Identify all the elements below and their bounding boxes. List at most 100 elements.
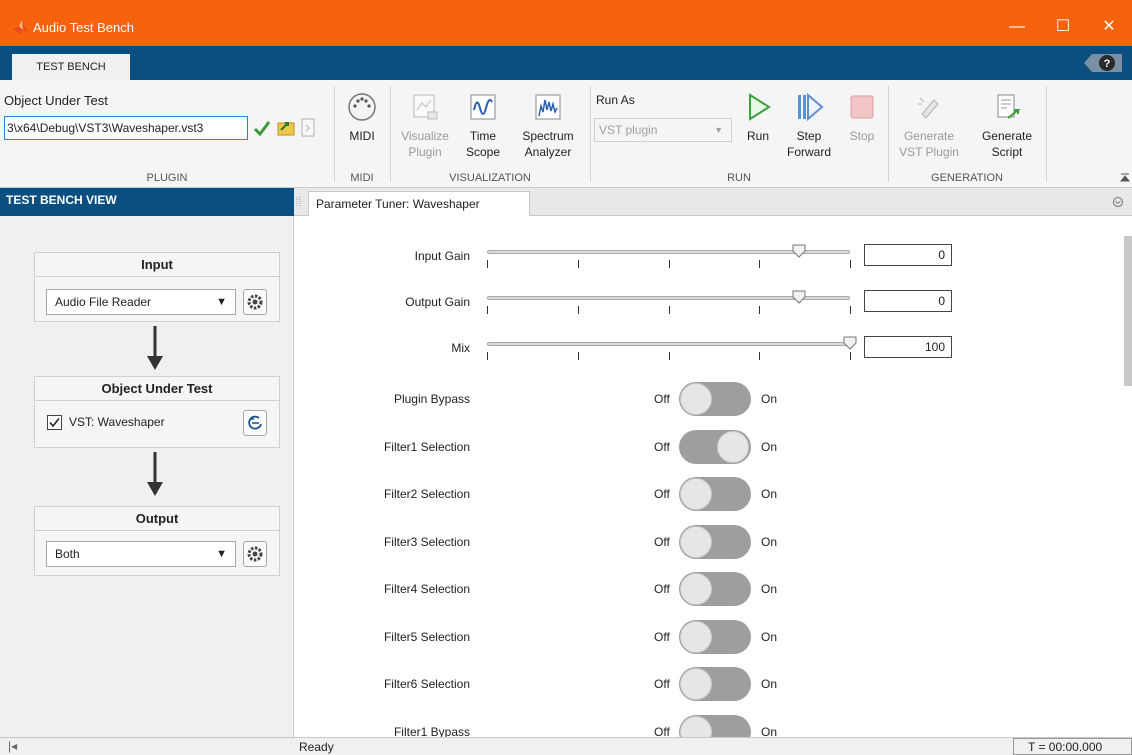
input-title: Input bbox=[35, 253, 279, 277]
output-dest-dropdown[interactable]: Both ▼ bbox=[46, 541, 236, 567]
refresh-plugin-button[interactable] bbox=[243, 410, 267, 436]
slider-tick bbox=[759, 306, 761, 314]
stop-button[interactable]: Stop bbox=[842, 92, 882, 144]
generate-script-icon bbox=[997, 94, 1021, 119]
run-button[interactable]: Run bbox=[740, 92, 776, 144]
vertical-scrollbar[interactable] bbox=[1124, 216, 1132, 737]
tab-test-bench[interactable]: TEST BENCH bbox=[12, 54, 130, 80]
toggle-knob bbox=[680, 525, 712, 558]
slider-thumb[interactable] bbox=[843, 336, 857, 350]
run-as-value: VST plugin bbox=[599, 123, 658, 137]
help-button[interactable]: ? bbox=[1078, 52, 1124, 74]
test-bench-view-header: TEST BENCH VIEW bbox=[0, 188, 294, 216]
close-button[interactable]: ✕ bbox=[1086, 12, 1132, 42]
switch-row: Filter2 Selection Off On bbox=[294, 476, 1094, 512]
plugin-path-input[interactable]: 3\x64\Debug\VST3\Waveshaper.vst3 bbox=[4, 116, 248, 140]
dropdown-arrow-icon: ▼ bbox=[216, 296, 227, 308]
maximize-button[interactable]: ☐ bbox=[1040, 12, 1086, 42]
midi-button[interactable]: MIDI bbox=[340, 92, 384, 144]
param-label: Mix bbox=[451, 341, 470, 355]
tab-parameter-tuner[interactable]: Parameter Tuner: Waveshaper bbox=[308, 191, 530, 217]
switch-on-label: On bbox=[761, 487, 778, 501]
toggle-switch[interactable] bbox=[679, 477, 751, 511]
time-scope-button[interactable]: Time Scope bbox=[460, 92, 506, 160]
slider-value-field[interactable]: 0 bbox=[864, 290, 952, 312]
step-forward-icon bbox=[798, 92, 824, 122]
slider-thumb[interactable] bbox=[792, 244, 806, 258]
step-forward-button[interactable]: Step Forward bbox=[780, 92, 838, 160]
input-settings-button[interactable] bbox=[243, 289, 267, 315]
down-arrow-icon bbox=[147, 326, 163, 370]
slider-tick bbox=[850, 260, 851, 268]
section-divider bbox=[590, 86, 591, 182]
browse-folder-icon[interactable] bbox=[276, 118, 296, 138]
switch-on-label: On bbox=[761, 439, 778, 454]
midi-section-label: MIDI bbox=[350, 172, 374, 184]
object-under-test-label: Object Under Test bbox=[4, 93, 108, 108]
time-scope-line-1: Time bbox=[469, 129, 497, 143]
slider-tick bbox=[668, 260, 670, 268]
toggle-switch[interactable] bbox=[679, 524, 751, 559]
run-section-label: RUN bbox=[727, 172, 751, 184]
checkmark-icon[interactable] bbox=[253, 120, 271, 136]
slider-tick bbox=[850, 352, 851, 360]
param-label: Filter3 Selection bbox=[383, 534, 470, 549]
switch-on-label: On bbox=[761, 724, 778, 738]
run-as-dropdown[interactable]: VST plugin ▼ bbox=[594, 118, 732, 142]
toggle-switch[interactable] bbox=[679, 667, 751, 701]
slider-tick bbox=[577, 352, 579, 360]
slider-value-field[interactable]: 0 bbox=[864, 244, 952, 266]
time-scope-icon bbox=[470, 94, 496, 120]
panel-options-icon[interactable] bbox=[1112, 196, 1124, 208]
toggle-switch[interactable] bbox=[679, 714, 751, 737]
generate-vst-plugin-button[interactable]: Generate VST Plugin bbox=[894, 92, 964, 160]
switch-row: Filter1 Selection Off On bbox=[294, 429, 1094, 465]
toggle-switch[interactable] bbox=[679, 619, 751, 654]
stop-icon bbox=[850, 95, 874, 119]
toggle-switch[interactable] bbox=[679, 429, 751, 464]
param-label: Plugin Bypass bbox=[393, 392, 470, 406]
switch-on-label: On bbox=[761, 392, 778, 406]
drag-handle-icon[interactable] bbox=[296, 196, 302, 208]
generate-script-button[interactable]: Generate Script bbox=[972, 92, 1042, 160]
object-checkbox[interactable] bbox=[47, 415, 62, 430]
output-settings-button[interactable] bbox=[243, 541, 267, 567]
spectrum-analyzer-icon bbox=[535, 94, 561, 120]
toggle-knob bbox=[680, 478, 712, 510]
slider-row: Mix 100 bbox=[294, 333, 1094, 373]
visualize-plugin-button[interactable]: Visualize Plugin bbox=[394, 92, 456, 160]
section-divider bbox=[390, 86, 391, 182]
slider-row: Output Gain 0 bbox=[294, 287, 1094, 327]
slider-tick bbox=[668, 352, 670, 360]
collapse-ribbon-icon[interactable] bbox=[1120, 172, 1130, 184]
spectrum-analyzer-button[interactable]: Spectrum Analyzer bbox=[514, 92, 582, 160]
slider-track[interactable] bbox=[487, 342, 850, 346]
slider-tick bbox=[487, 260, 488, 268]
switch-row: Filter4 Selection Off On bbox=[294, 571, 1094, 607]
spectrum-line-2: Analyzer bbox=[524, 145, 572, 159]
toggle-knob bbox=[680, 668, 712, 700]
gear-icon bbox=[247, 294, 263, 310]
scrollbar-thumb[interactable] bbox=[1124, 236, 1132, 386]
output-dest-value: Both bbox=[55, 547, 80, 561]
toggle-switch[interactable] bbox=[679, 382, 751, 416]
slider-tick bbox=[759, 260, 761, 268]
switch-row: Filter5 Selection Off On bbox=[294, 619, 1094, 655]
slider-tick bbox=[850, 306, 851, 314]
toggle-switch[interactable] bbox=[679, 572, 751, 606]
switch-off-label: Off bbox=[654, 487, 670, 501]
minimize-button[interactable]: — bbox=[994, 12, 1040, 42]
ribbon: Object Under Test 3\x64\Debug\VST3\Waves… bbox=[0, 80, 1132, 188]
collapse-left-icon[interactable]: |◂ bbox=[8, 739, 17, 753]
slider-thumb[interactable] bbox=[792, 290, 806, 304]
play-icon bbox=[749, 93, 771, 121]
switch-row: Filter1 Bypass Off On bbox=[294, 714, 1094, 738]
input-source-dropdown[interactable]: Audio File Reader ▼ bbox=[46, 289, 236, 315]
open-file-icon[interactable] bbox=[300, 118, 316, 138]
chevron-down-icon: ▼ bbox=[714, 125, 723, 135]
slider-tick bbox=[487, 306, 488, 314]
slider-value-field[interactable]: 100 bbox=[864, 336, 952, 358]
down-arrow-icon bbox=[147, 452, 163, 496]
input-source-value: Audio File Reader bbox=[55, 295, 152, 309]
plugin-section-label: PLUGIN bbox=[146, 172, 188, 184]
